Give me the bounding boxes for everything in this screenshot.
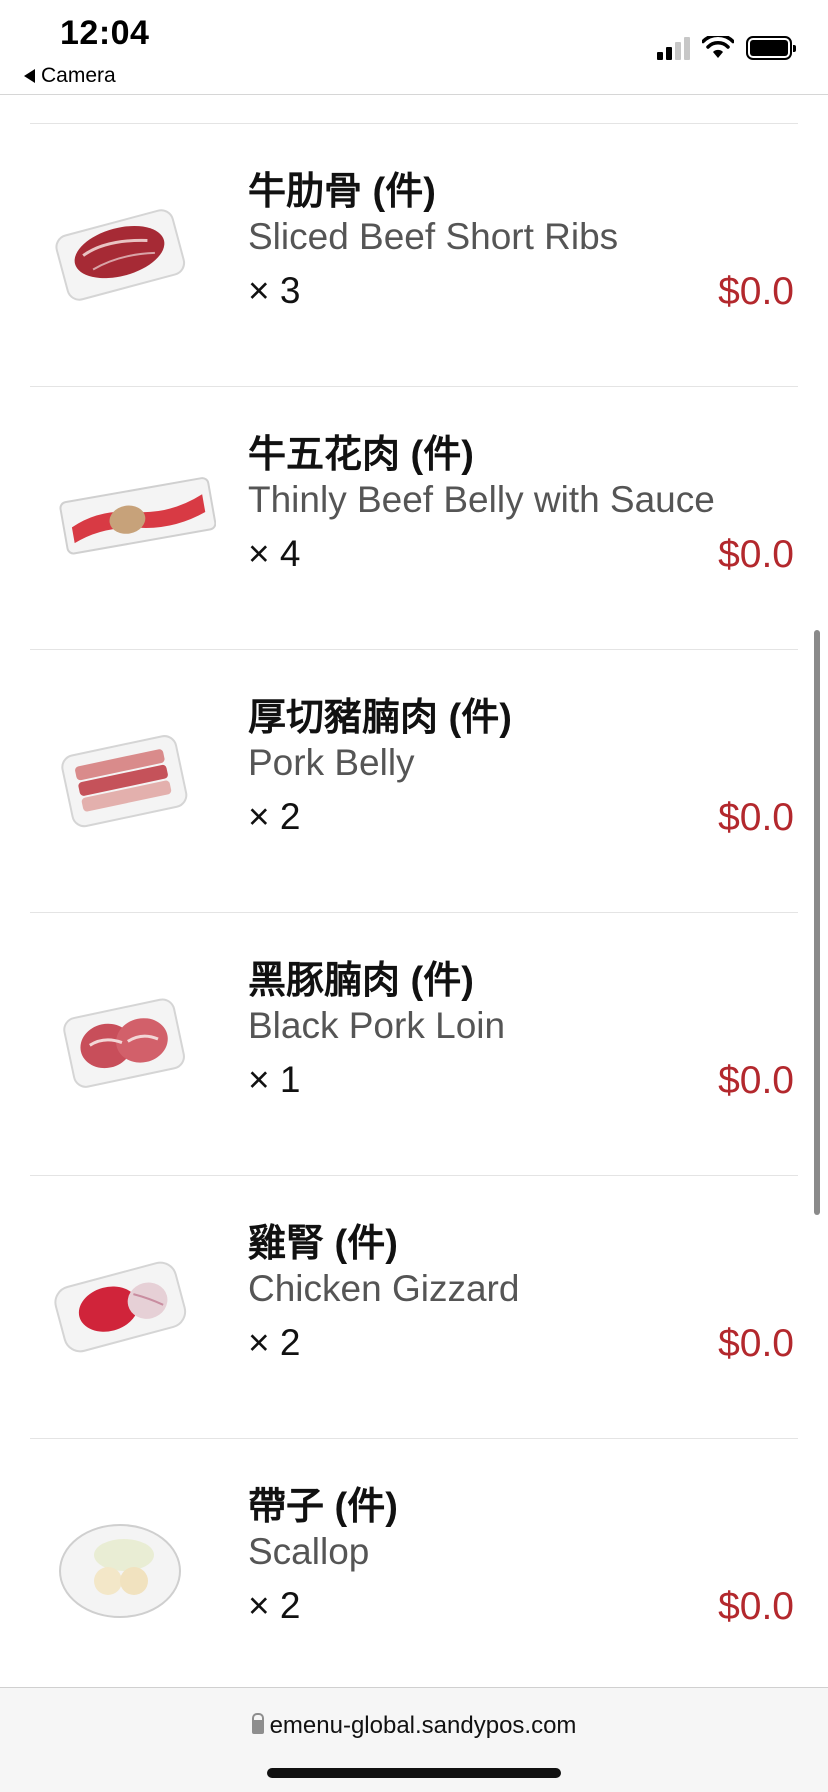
clock: 12:04: [60, 14, 150, 52]
item-quantity: × 4: [248, 533, 301, 574]
browser-address-bar: emenu-global.sandypos.com: [0, 1687, 828, 1792]
item-price: $0.0: [718, 270, 794, 313]
lock-icon: [251, 1713, 264, 1734]
home-indicator[interactable]: [267, 1768, 561, 1778]
beef-belly-thumbnail: [59, 477, 216, 555]
status-icons: [657, 36, 796, 60]
item-name-zh: 厚切豬腩肉 (件): [248, 697, 512, 739]
item-quantity: × 2: [248, 1585, 301, 1626]
list-item[interactable]: 帶子 (件) Scallop × 2 $0.0: [30, 1438, 798, 1687]
back-app-label: Camera: [41, 64, 116, 87]
item-name-zh: 帶子 (件): [248, 1486, 398, 1528]
item-name-zh: 黑豚腩肉 (件): [248, 960, 474, 1002]
item-name-en: Thinly Beef Belly with Sauce: [248, 479, 715, 520]
url-field[interactable]: emenu-global.sandypos.com: [0, 1712, 828, 1740]
item-price: $0.0: [718, 1059, 794, 1102]
item-price: $0.0: [718, 796, 794, 839]
item-name-en: Pork Belly: [248, 742, 415, 783]
item-name-en: Sliced Beef Short Ribs: [248, 216, 619, 257]
scrollbar[interactable]: [814, 630, 820, 1215]
scallop-thumbnail: [59, 1524, 181, 1618]
cellular-signal-icon: [657, 36, 690, 60]
list-item[interactable]: 牛肋骨 (件) Sliced Beef Short Ribs × 3 $0.0: [30, 123, 798, 386]
list-item[interactable]: 黑豚腩肉 (件) Black Pork Loin × 1 $0.0: [30, 912, 798, 1175]
item-price: $0.0: [718, 533, 794, 576]
item-price: $0.0: [718, 1585, 794, 1628]
item-quantity: × 2: [248, 1322, 301, 1363]
battery-icon: [746, 36, 796, 60]
back-arrow-icon: [24, 69, 35, 83]
item-name-en: Scallop: [248, 1531, 370, 1572]
item-name-zh: 雞腎 (件): [248, 1223, 398, 1265]
item-quantity: × 2: [248, 796, 301, 837]
status-bar: 12:04 Camera: [0, 0, 828, 95]
item-quantity: × 1: [248, 1059, 301, 1100]
item-name-zh: 牛肋骨 (件): [248, 171, 436, 213]
order-item-list[interactable]: 牛肋骨 (件) Sliced Beef Short Ribs × 3 $0.0 …: [0, 95, 828, 1687]
item-name-en: Chicken Gizzard: [248, 1268, 520, 1309]
wifi-icon: [702, 36, 734, 58]
url-text: emenu-global.sandypos.com: [269, 1712, 577, 1739]
chicken-gizzard-thumbnail: [54, 1261, 187, 1353]
back-to-app-button[interactable]: Camera: [24, 64, 116, 88]
pork-belly-thumbnail: [61, 735, 188, 828]
list-item[interactable]: 牛五花肉 (件) Thinly Beef Belly with Sauce × …: [30, 386, 798, 649]
black-pork-loin-thumbnail: [63, 998, 185, 1088]
item-name-en: Black Pork Loin: [248, 1005, 506, 1046]
item-name-zh: 牛五花肉 (件): [248, 434, 474, 476]
item-price: $0.0: [718, 1322, 794, 1365]
beef-short-ribs-thumbnail: [55, 209, 186, 301]
list-item[interactable]: 厚切豬腩肉 (件) Pork Belly × 2 $0.0: [30, 649, 798, 912]
list-item[interactable]: 雞腎 (件) Chicken Gizzard × 2 $0.0: [30, 1175, 798, 1438]
item-quantity: × 3: [248, 270, 301, 311]
